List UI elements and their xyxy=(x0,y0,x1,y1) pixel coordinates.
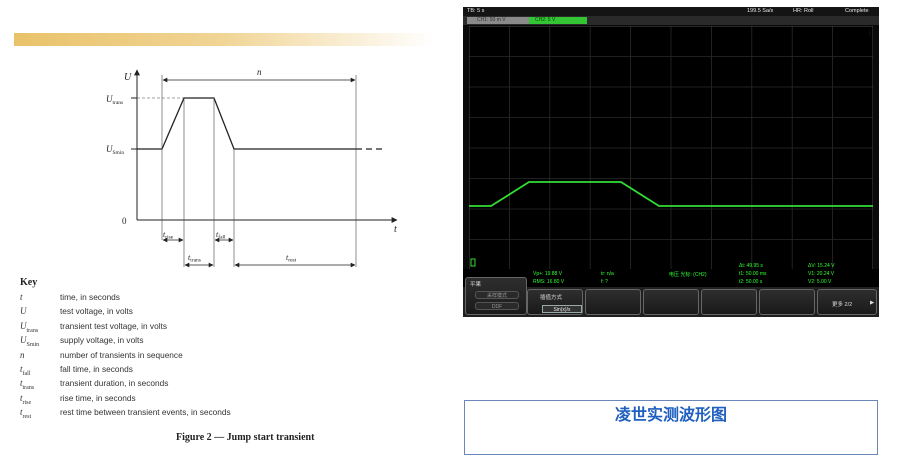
t2-readout: t2: 50.00 s xyxy=(739,279,763,285)
t-rest-label: trest xyxy=(286,253,297,264)
t-fall-label: tfall xyxy=(216,230,226,241)
u-smin-label: USmin xyxy=(106,144,124,156)
softkey-blank-1[interactable] xyxy=(585,289,641,315)
t-trans-label: ttrans xyxy=(188,253,201,264)
key-item-u-smin: USmin supply voltage, in volts xyxy=(20,335,144,348)
softkey-interp[interactable]: 插值方式 Sin(x)/x xyxy=(527,289,583,315)
key-item-t-rest: trest rest time between transient events,… xyxy=(20,407,231,420)
x-axis-label: t xyxy=(394,224,397,235)
delta-v-readout: ΔV: 15.24 V xyxy=(808,263,835,269)
ch2-tab[interactable]: CH2: 5 V xyxy=(529,17,587,24)
scope-status-bar: TB: 5 s 199.5 Sa/s HR: Roll Complete xyxy=(463,7,879,16)
sample-rate-readout: 199.5 Sa/s xyxy=(747,8,774,14)
timebase-readout: TB: 5 s xyxy=(467,8,485,14)
edge-marker: ⋮ xyxy=(867,30,872,36)
key-item-t-rise: trise rise time, in seconds xyxy=(20,392,136,406)
key-item-t: t time, in seconds xyxy=(20,292,120,302)
tr-readout: tr: n/a xyxy=(601,271,614,277)
acq-mode-readout: HR: Roll xyxy=(793,8,814,14)
header-accent-bar xyxy=(14,33,434,46)
key-title: Key xyxy=(20,277,38,288)
ddf-pill[interactable]: DDF xyxy=(475,302,519,310)
rms-readout: RMS: 16.80 V xyxy=(533,279,565,285)
t1-readout: t1: 50.00 ms xyxy=(739,271,767,277)
softkey-more[interactable]: 更多 2/2 ▶ xyxy=(817,289,877,315)
acq-mode-pill[interactable]: 采样模式 xyxy=(475,291,519,299)
v1-readout: V1: 20.24 V xyxy=(808,271,835,277)
figure-caption: Figure 2 — Jump start transient xyxy=(176,432,315,443)
softkey-acquire[interactable]: 平果 采样模式 DDF xyxy=(465,277,527,315)
caption-title: 凌世实测波形图 xyxy=(614,405,727,424)
zero-label: 0 xyxy=(122,216,127,226)
channel-tabs: CH1: 50 m V CH2: 5 V xyxy=(463,16,879,25)
vp-readout: Vp+: 19.88 V xyxy=(533,271,563,277)
softkey-acquire-title: 平果 xyxy=(470,282,482,288)
softkey-blank-2[interactable] xyxy=(643,289,699,315)
t-rise-label: trise xyxy=(163,230,174,241)
acq-status: Complete xyxy=(845,8,869,14)
softkey-blank-4[interactable] xyxy=(759,289,815,315)
f-readout: f: ? xyxy=(601,279,608,285)
u-trans-label: Utrans xyxy=(106,94,123,106)
cursor-source-readout: 电压 光标: (CH2) xyxy=(669,272,707,278)
oscilloscope-screenshot: TB: 5 s 199.5 Sa/s HR: Roll Complete CH1… xyxy=(463,7,879,317)
key-item-t-fall: tfall fall time, in seconds xyxy=(20,363,133,377)
softkey-interp-title: 插值方式 xyxy=(540,295,563,301)
waveform-line xyxy=(137,97,362,150)
scope-display: ⋮ xyxy=(469,26,873,270)
jump-start-diagram: U t 0 Utrans USmin n trise tfall ttrans … xyxy=(106,67,398,268)
key-item-u: Utest voltage, in volts xyxy=(20,306,133,317)
y-axis-label: U xyxy=(124,72,132,83)
chevron-right-icon: ▶ xyxy=(870,300,875,306)
key-item-t-trans: ttrans transient duration, in seconds xyxy=(20,378,169,392)
v2-readout: V2: 5.00 V xyxy=(808,279,832,285)
caption-box: 凌世实测波形图 xyxy=(464,400,878,455)
key-item-u-trans: Utrans transient test voltage, in volts xyxy=(20,320,167,334)
delta-t-readout: Δt: 49.95 s xyxy=(739,263,763,269)
softkey-blank-3[interactable] xyxy=(701,289,757,315)
n-label: n xyxy=(257,67,262,77)
interp-value: Sin(x)/x xyxy=(542,305,582,313)
key-list: t time, in seconds Utest voltage, in volt… xyxy=(20,292,231,422)
softkey-more-label: 更多 2/2 xyxy=(832,302,853,308)
softkey-bar: 平果 采样模式 DDF 插值方式 Sin(x)/x 更多 2/2 ▶ xyxy=(463,277,879,317)
key-item-n: n number of transients in sequence xyxy=(20,349,183,360)
